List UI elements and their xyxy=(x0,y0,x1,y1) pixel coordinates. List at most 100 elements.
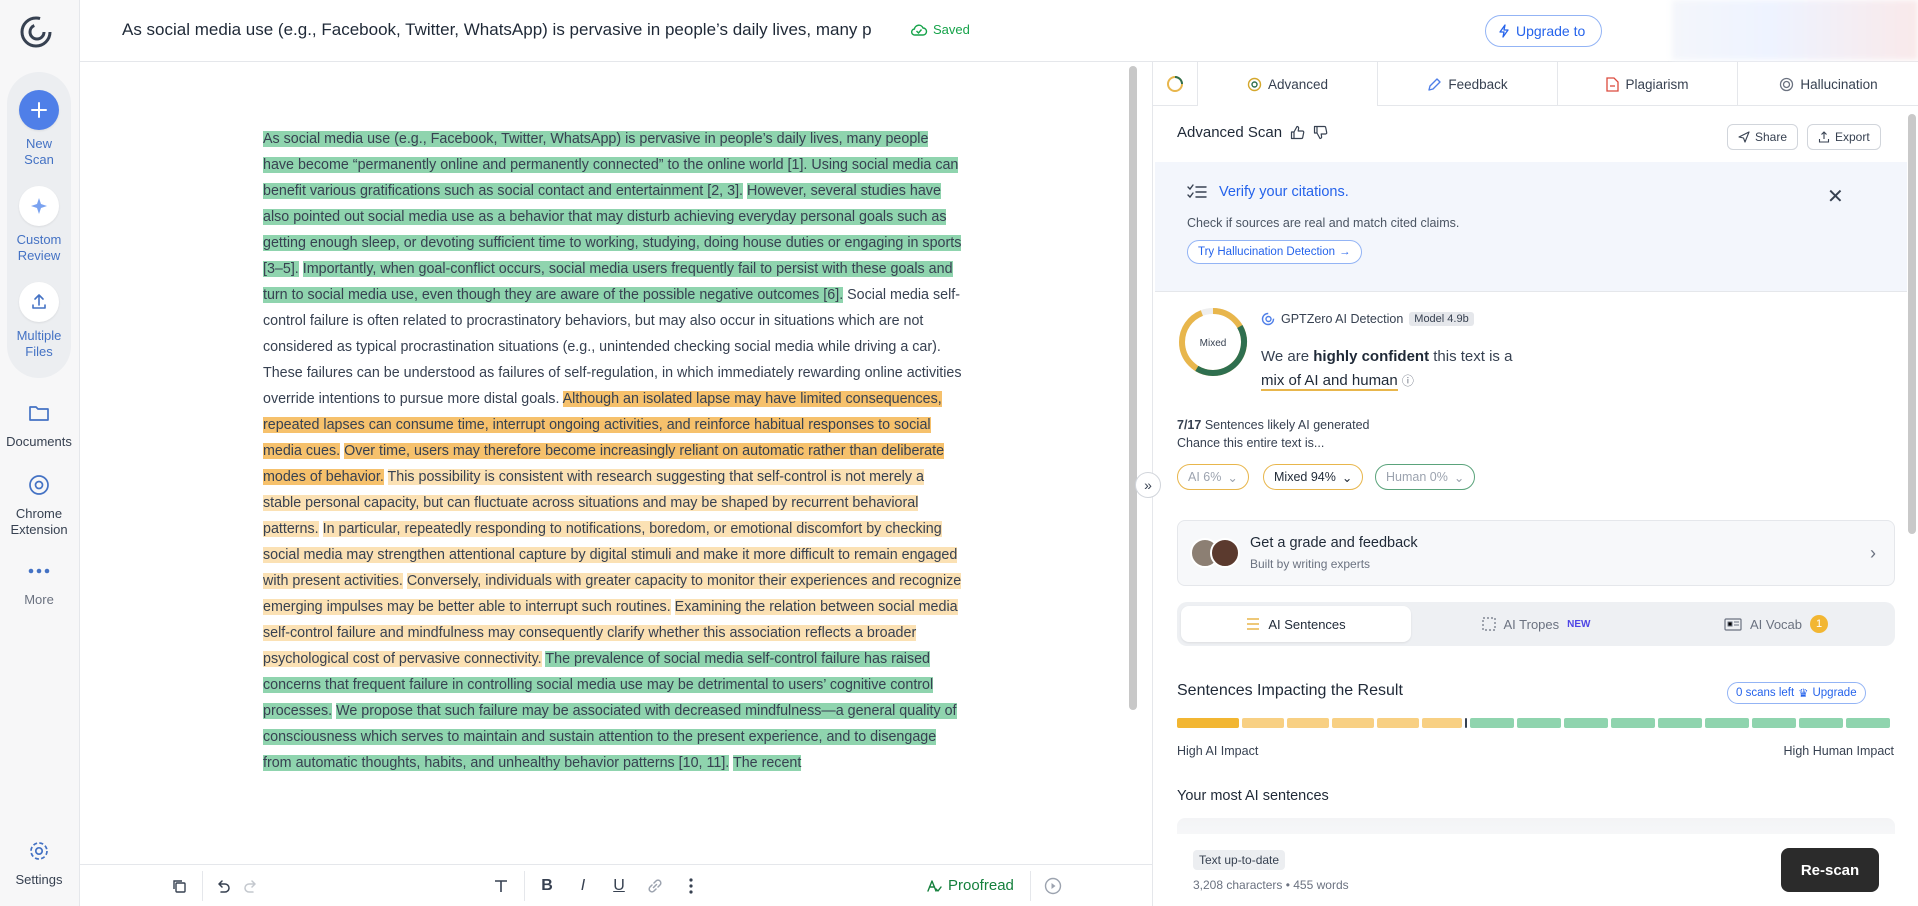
impact-segment[interactable] xyxy=(1658,718,1702,728)
close-icon: ✕ xyxy=(1827,186,1844,208)
text-style-button[interactable] xyxy=(490,875,512,897)
ai-sentences-label: AI Sentences xyxy=(1268,616,1346,632)
close-banner-button[interactable]: ✕ xyxy=(1827,184,1844,209)
impact-segment[interactable] xyxy=(1242,718,1284,728)
tab-plagiarism[interactable]: Plagiarism xyxy=(1558,62,1738,106)
bold-button[interactable]: B xyxy=(536,875,558,897)
more-options-button[interactable] xyxy=(680,875,702,897)
grade-subtitle: Built by writing experts xyxy=(1250,557,1371,571)
link-button[interactable] xyxy=(644,875,666,897)
verdict-mid: this text is a xyxy=(1429,348,1513,365)
info-icon[interactable]: ⓘ xyxy=(1402,374,1414,388)
documents-nav[interactable]: Documents xyxy=(0,398,78,450)
underline-button[interactable]: U xyxy=(608,875,630,897)
impact-segment[interactable] xyxy=(1564,718,1608,728)
text-editor[interactable]: As social media use (e.g., Facebook, Twi… xyxy=(80,62,1138,864)
tab-hallucination[interactable]: Hallucination xyxy=(1738,62,1918,106)
verdict-mix[interactable]: mix of AI and human xyxy=(1261,372,1398,391)
undo-button[interactable] xyxy=(212,875,234,897)
share-label: Share xyxy=(1755,130,1788,144)
sparkle-icon xyxy=(19,186,59,226)
scans-left-badge[interactable]: 0 scans left ♛ Upgrade xyxy=(1727,682,1866,704)
new-scan-label-2: Scan xyxy=(24,152,54,167)
impact-segment[interactable] xyxy=(1422,718,1462,728)
impact-segment[interactable] xyxy=(1517,718,1561,728)
document-title[interactable]: As social media use (e.g., Facebook, Twi… xyxy=(122,20,890,40)
export-button[interactable]: Export xyxy=(1807,124,1881,150)
settings-nav[interactable]: Settings xyxy=(0,836,78,888)
impact-segment[interactable] xyxy=(1846,718,1890,728)
tab-ai-sentences[interactable]: AI Sentences xyxy=(1181,606,1411,642)
more-nav[interactable]: More xyxy=(0,556,78,608)
custom-review-label-2: Review xyxy=(17,248,61,263)
ai-percent-pill[interactable]: AI 6% ⌄ xyxy=(1177,464,1249,490)
rescan-button[interactable]: Re-scan xyxy=(1781,848,1879,892)
copy-button[interactable] xyxy=(168,875,190,897)
new-scan-button[interactable]: New Scan xyxy=(0,90,78,168)
italic-icon: I xyxy=(580,877,586,894)
redo-button[interactable] xyxy=(240,875,262,897)
copy-icon xyxy=(173,880,186,893)
chevron-down-icon: ⌄ xyxy=(1453,470,1465,485)
proofread-button[interactable]: Proofread xyxy=(926,877,1014,894)
impact-segment[interactable] xyxy=(1332,718,1374,728)
impact-segment[interactable] xyxy=(1470,718,1514,728)
custom-review-button[interactable]: Custom Review xyxy=(0,186,78,264)
editor-toolbar: B I U Proofread xyxy=(80,864,1152,906)
tab-feedback[interactable]: Feedback xyxy=(1378,62,1558,106)
donut-label: Mixed xyxy=(1200,338,1227,349)
editor-scroll-thumb[interactable] xyxy=(1129,66,1137,710)
panel-scrollbar[interactable] xyxy=(1908,114,1916,534)
chrome-extension-label-2: Extension xyxy=(10,522,68,537)
chrome-extension-nav[interactable]: Chrome Extension xyxy=(0,470,78,538)
upgrade-link[interactable]: Upgrade xyxy=(1812,687,1856,699)
text-format-icon xyxy=(495,880,507,892)
italic-button[interactable]: I xyxy=(572,875,594,897)
editor-content[interactable]: As social media use (e.g., Facebook, Twi… xyxy=(263,126,963,776)
tab-ai-vocab[interactable]: AI Vocab 1 xyxy=(1661,606,1891,642)
tab-advanced[interactable]: Advanced xyxy=(1198,62,1378,106)
collapse-panel-button[interactable]: » xyxy=(1135,472,1161,498)
tab-overview[interactable] xyxy=(1153,62,1198,106)
impact-segment[interactable] xyxy=(1611,718,1655,728)
saved-status: Saved xyxy=(910,22,970,37)
chevron-right-icon: › xyxy=(1870,543,1876,563)
kebab-icon xyxy=(689,878,693,894)
model-badge: Model 4.9b xyxy=(1409,312,1474,326)
human-percent-label: Human 0% xyxy=(1386,470,1448,484)
panel-tabs: Advanced Feedback Plagiarism Hallucinati… xyxy=(1153,62,1918,106)
mixed-percent-pill[interactable]: Mixed 94% ⌄ xyxy=(1263,464,1364,490)
try-hallucination-detection-button[interactable]: Try Hallucination Detection → xyxy=(1187,240,1362,264)
underline-icon: U xyxy=(613,877,625,894)
citation-title: Verify your citations. xyxy=(1187,184,1349,200)
impact-segment[interactable] xyxy=(1799,718,1843,728)
thumbs-up-icon[interactable] xyxy=(1290,125,1305,140)
thumbs-down-icon[interactable] xyxy=(1313,125,1328,140)
impact-segment[interactable] xyxy=(1177,718,1239,728)
impact-segment[interactable] xyxy=(1287,718,1329,728)
highlighted-sentence[interactable]: We propose that such failure may be asso… xyxy=(263,703,957,771)
impact-segment[interactable] xyxy=(1705,718,1749,728)
double-chevron-right-icon: » xyxy=(1144,477,1152,493)
grade-feedback-card[interactable]: Get a grade and feedback Built by writin… xyxy=(1177,520,1895,586)
verdict-strong: highly confident xyxy=(1313,348,1430,365)
plain-text: Social media self-control failure is oft… xyxy=(263,287,962,407)
play-button[interactable] xyxy=(1042,875,1064,897)
multiple-files-label-1: Multiple xyxy=(16,328,62,343)
new-badge: NEW xyxy=(1567,618,1591,630)
upgrade-button[interactable]: Upgrade to xyxy=(1485,15,1603,47)
gptzero-logo[interactable] xyxy=(18,14,54,50)
editor-scrollbar[interactable] xyxy=(1128,66,1138,716)
toolbar-divider xyxy=(1030,871,1031,901)
human-percent-pill[interactable]: Human 0% ⌄ xyxy=(1375,464,1476,490)
detector-info: GPTZero AI Detection Model 4.9b xyxy=(1261,312,1474,326)
multiple-files-button[interactable]: Multiple Files xyxy=(0,282,78,360)
tab-ai-tropes[interactable]: AI Tropes NEW xyxy=(1421,606,1651,642)
uptodate-text: Text up-to-date xyxy=(1199,853,1280,867)
highlighted-sentence[interactable]: The recent xyxy=(732,755,802,771)
citation-banner: Verify your citations. Check if sources … xyxy=(1155,162,1907,292)
impact-segment[interactable] xyxy=(1377,718,1419,728)
impact-segment[interactable] xyxy=(1752,718,1796,728)
tab-advanced-label: Advanced xyxy=(1267,76,1329,92)
share-button[interactable]: Share xyxy=(1727,124,1799,150)
